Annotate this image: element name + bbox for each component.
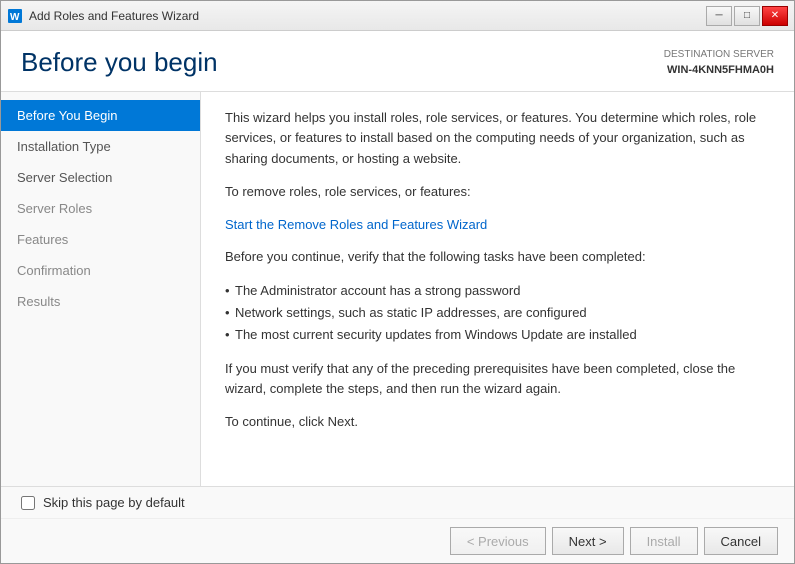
page-title: Before you begin <box>21 47 218 78</box>
destination-server-info: DESTINATION SERVER WIN-4KNN5FHMA0H <box>664 47 774 79</box>
footer-buttons: < Previous Next > Install Cancel <box>1 519 794 563</box>
remove-link[interactable]: Start the Remove Roles and Features Wiza… <box>225 217 487 232</box>
sidebar-item-server-selection[interactable]: Server Selection <box>1 162 200 193</box>
title-bar: W Add Roles and Features Wizard ─ □ ✕ <box>1 1 794 31</box>
svg-text:W: W <box>10 12 20 23</box>
minimize-button[interactable]: ─ <box>706 6 732 26</box>
wizard-header: Before you begin DESTINATION SERVER WIN-… <box>1 31 794 92</box>
continue-paragraph: To continue, click Next. <box>225 412 770 433</box>
list-item: The most current security updates from W… <box>225 324 770 346</box>
intro-paragraph: This wizard helps you install roles, rol… <box>225 108 770 170</box>
app-icon: W <box>7 8 23 24</box>
skip-checkbox-area: Skip this page by default <box>1 487 794 519</box>
tasks-paragraph: Before you continue, verify that the fol… <box>225 247 770 268</box>
sidebar-item-server-roles: Server Roles <box>1 193 200 224</box>
list-item: The Administrator account has a strong p… <box>225 280 770 302</box>
sidebar-item-confirmation: Confirmation <box>1 255 200 286</box>
list-item: Network settings, such as static IP addr… <box>225 302 770 324</box>
remove-label: To remove roles, role services, or featu… <box>225 182 770 203</box>
sidebar-item-installation-type[interactable]: Installation Type <box>1 131 200 162</box>
sidebar-item-features: Features <box>1 224 200 255</box>
remove-link-wrapper: Start the Remove Roles and Features Wiza… <box>225 215 770 236</box>
tasks-list: The Administrator account has a strong p… <box>225 280 770 346</box>
sidebar: Before You Begin Installation Type Serve… <box>1 92 201 487</box>
destination-label: DESTINATION SERVER <box>664 47 774 62</box>
server-name: WIN-4KNN5FHMA0H <box>664 62 774 79</box>
cancel-button[interactable]: Cancel <box>704 527 778 555</box>
previous-button[interactable]: < Previous <box>450 527 546 555</box>
footer: Skip this page by default < Previous Nex… <box>1 486 794 563</box>
main-area: Before You Begin Installation Type Serve… <box>1 92 794 487</box>
title-bar-controls: ─ □ ✕ <box>706 6 788 26</box>
title-bar-title: Add Roles and Features Wizard <box>29 9 199 23</box>
wizard-window: W Add Roles and Features Wizard ─ □ ✕ Be… <box>0 0 795 564</box>
content-area: This wizard helps you install roles, rol… <box>201 92 794 487</box>
verify-paragraph: If you must verify that any of the prece… <box>225 359 770 401</box>
sidebar-item-before-you-begin[interactable]: Before You Begin <box>1 100 200 131</box>
skip-checkbox[interactable] <box>21 496 35 510</box>
skip-checkbox-label: Skip this page by default <box>43 495 185 510</box>
maximize-button[interactable]: □ <box>734 6 760 26</box>
sidebar-item-results: Results <box>1 286 200 317</box>
install-button[interactable]: Install <box>630 527 698 555</box>
next-button[interactable]: Next > <box>552 527 624 555</box>
close-button[interactable]: ✕ <box>762 6 788 26</box>
title-bar-left: W Add Roles and Features Wizard <box>7 8 199 24</box>
